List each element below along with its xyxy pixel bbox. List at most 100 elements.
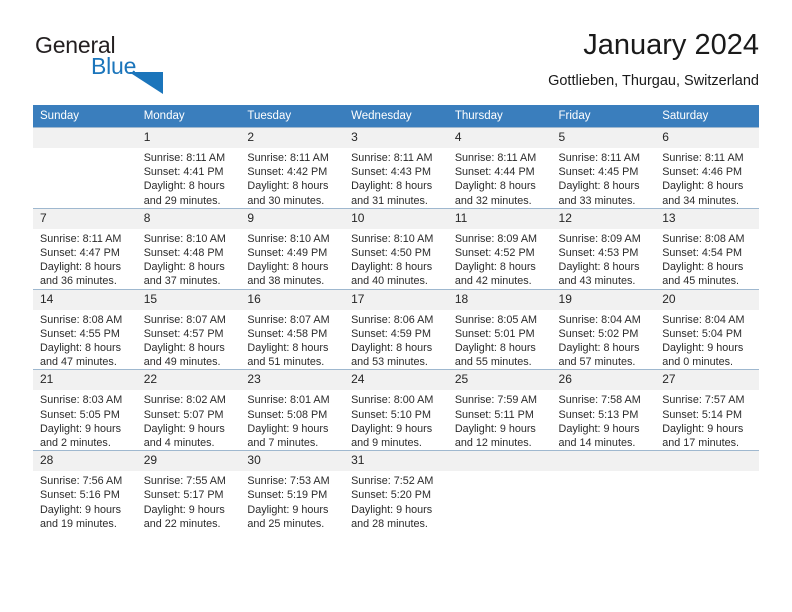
day-details: Sunrise: 8:08 AM Sunset: 4:55 PM Daylight:… bbox=[33, 310, 137, 370]
day-number bbox=[33, 128, 137, 148]
calendar-day-cell[interactable]: 14 Sunrise: 8:08 AM Sunset: 4:55 PM Dayligh… bbox=[33, 288, 137, 370]
sunrise-text: Sunrise: 8:11 AM bbox=[247, 152, 329, 164]
calendar-day-cell[interactable]: 22 Sunrise: 8:02 AM Sunset: 5:07 PM Dayligh… bbox=[136, 369, 241, 451]
day-number: 15 bbox=[136, 289, 241, 310]
day-details: Sunrise: 7:52 AM Sunset: 5:20 PM Daylight:… bbox=[344, 471, 448, 531]
sunset-text: Sunset: 5:14 PM bbox=[662, 408, 743, 421]
calendar-day-cell[interactable]: 27 Sunrise: 7:57 AM Sunset: 5:14 PM Dayligh… bbox=[655, 369, 759, 451]
calendar-day-cell[interactable]: 12 Sunrise: 8:09 AM Sunset: 4:53 PM Dayligh… bbox=[551, 207, 656, 290]
sunrise-text: Sunrise: 8:10 AM bbox=[351, 232, 434, 245]
day-details: Sunrise: 8:11 AM Sunset: 4:44 PM Daylight:… bbox=[448, 148, 552, 208]
calendar-day-cell[interactable]: 7 Sunrise: 8:11 AM Sunset: 4:47 PM Daylight… bbox=[33, 207, 137, 290]
calendar-day-cell[interactable]: 5 Sunrise: 8:11 AM Sunset: 4:45 PM Daylight… bbox=[551, 127, 656, 209]
brand-logo[interactable]: General Blue bbox=[33, 32, 253, 94]
calendar-day-cell[interactable]: 26 Sunrise: 7:58 AM Sunset: 5:13 PM Dayligh… bbox=[551, 369, 656, 451]
daylight-text-line2: and 14 minutes. bbox=[558, 437, 636, 450]
daylight-text-line1: Daylight: 9 hours bbox=[247, 503, 329, 516]
calendar-day-cell[interactable]: 15 Sunrise: 8:07 AM Sunset: 4:57 PM Dayligh… bbox=[136, 288, 241, 370]
sunset-text: Sunset: 4:59 PM bbox=[351, 327, 431, 340]
sunset-text: Sunset: 4:52 PM bbox=[454, 247, 535, 260]
calendar-day-cell[interactable]: 21 Sunrise: 8:03 AM Sunset: 5:05 PM Dayligh… bbox=[33, 369, 137, 451]
daylight-text-line2: and 4 minutes. bbox=[143, 437, 215, 450]
sunrise-text: Sunrise: 8:01 AM bbox=[247, 394, 330, 407]
daylight-text-line2: and 32 minutes. bbox=[454, 194, 532, 207]
day-number: 30 bbox=[240, 451, 345, 472]
sunset-text: Sunset: 5:13 PM bbox=[558, 408, 639, 421]
sunrise-text: Sunrise: 8:07 AM bbox=[247, 313, 330, 326]
calendar-day-cell[interactable]: 8 Sunrise: 8:10 AM Sunset: 4:48 PM Daylight… bbox=[136, 207, 241, 290]
daylight-text-line1: Daylight: 8 hours bbox=[143, 261, 225, 274]
daylight-text-line2: and 45 minutes. bbox=[662, 275, 740, 288]
day-number: 21 bbox=[33, 370, 137, 391]
calendar-day-cell[interactable]: 24 Sunrise: 8:00 AM Sunset: 5:10 PM Dayligh… bbox=[344, 369, 448, 451]
calendar-day-cell[interactable]: 10 Sunrise: 8:10 AM Sunset: 4:50 PM Dayligh… bbox=[344, 207, 448, 290]
daylight-text-line2: and 33 minutes. bbox=[558, 194, 636, 207]
sunrise-text: Sunrise: 8:08 AM bbox=[40, 313, 123, 326]
daylight-text-line1: Daylight: 9 hours bbox=[351, 422, 433, 435]
daylight-text-line2: and 12 minutes. bbox=[454, 437, 532, 450]
calendar-day-cell[interactable]: 20 Sunrise: 8:04 AM Sunset: 5:04 PM Dayligh… bbox=[655, 288, 759, 370]
calendar-day-cell[interactable]: 29 Sunrise: 7:55 AM Sunset: 5:17 PM Dayligh… bbox=[136, 450, 241, 532]
calendar-day-cell[interactable]: 3 Sunrise: 8:11 AM Sunset: 4:43 PM Daylight… bbox=[344, 127, 448, 209]
calendar-day-cell[interactable]: 18 Sunrise: 8:05 AM Sunset: 5:01 PM Dayligh… bbox=[447, 288, 552, 370]
weekday-header-thursday: Thursday bbox=[447, 105, 552, 128]
daylight-text-line1: Daylight: 8 hours bbox=[351, 261, 433, 274]
sunset-text: Sunset: 4:47 PM bbox=[40, 247, 120, 260]
calendar-day-cell-empty bbox=[551, 450, 656, 532]
sunset-text: Sunset: 4:42 PM bbox=[247, 166, 328, 179]
calendar-day-cell[interactable]: 23 Sunrise: 8:01 AM Sunset: 5:08 PM Dayligh… bbox=[240, 369, 345, 451]
sunset-text: Sunset: 4:48 PM bbox=[143, 247, 224, 260]
calendar-day-cell[interactable]: 31 Sunrise: 7:52 AM Sunset: 5:20 PM Dayligh… bbox=[344, 450, 448, 532]
daylight-text-line2: and 53 minutes. bbox=[351, 356, 428, 369]
calendar-day-cell[interactable]: 19 Sunrise: 8:04 AM Sunset: 5:02 PM Dayligh… bbox=[551, 288, 656, 370]
sunset-text: Sunset: 4:53 PM bbox=[558, 247, 639, 260]
daylight-text-line1: Daylight: 9 hours bbox=[558, 422, 640, 435]
weekday-header-tuesday: Tuesday bbox=[240, 105, 345, 128]
sunrise-text: Sunrise: 7:55 AM bbox=[143, 475, 226, 488]
calendar-day-cell[interactable]: 30 Sunrise: 7:53 AM Sunset: 5:19 PM Dayligh… bbox=[240, 450, 345, 532]
daylight-text-line2: and 2 minutes. bbox=[40, 437, 111, 450]
calendar-day-cell[interactable]: 9 Sunrise: 8:10 AM Sunset: 4:49 PM Daylight… bbox=[240, 207, 345, 290]
calendar-day-cell[interactable]: 11 Sunrise: 8:09 AM Sunset: 4:52 PM Dayligh… bbox=[447, 207, 552, 290]
sunrise-text: Sunrise: 7:57 AM bbox=[662, 394, 745, 407]
sunset-text: Sunset: 4:41 PM bbox=[143, 166, 224, 179]
daylight-text-line1: Daylight: 8 hours bbox=[454, 342, 536, 355]
calendar-day-cell[interactable]: 6 Sunrise: 8:11 AM Sunset: 4:46 PM Daylight… bbox=[655, 127, 759, 209]
day-details: Sunrise: 8:07 AM Sunset: 4:58 PM Daylight:… bbox=[240, 310, 344, 370]
day-details: Sunrise: 8:06 AM Sunset: 4:59 PM Daylight:… bbox=[344, 310, 448, 370]
day-number: 19 bbox=[551, 289, 656, 310]
calendar-day-cell[interactable]: 2 Sunrise: 8:11 AM Sunset: 4:42 PM Daylight… bbox=[240, 127, 345, 209]
daylight-text-line1: Daylight: 8 hours bbox=[40, 261, 122, 274]
day-number: 4 bbox=[447, 128, 552, 148]
calendar-day-cell[interactable]: 1 Sunrise: 8:11 AM Sunset: 4:41 PM Daylight… bbox=[136, 127, 241, 209]
day-number: 11 bbox=[447, 208, 552, 229]
sunset-text: Sunset: 4:43 PM bbox=[351, 166, 431, 179]
calendar-day-cell[interactable]: 28 Sunrise: 7:56 AM Sunset: 5:16 PM Dayligh… bbox=[33, 450, 137, 532]
day-number: 22 bbox=[136, 370, 241, 391]
calendar-day-cell[interactable]: 25 Sunrise: 7:59 AM Sunset: 5:11 PM Dayligh… bbox=[447, 369, 552, 451]
daylight-text-line2: and 36 minutes. bbox=[40, 275, 117, 288]
day-number: 13 bbox=[655, 208, 759, 229]
daylight-text-line1: Daylight: 9 hours bbox=[143, 422, 225, 435]
day-details: Sunrise: 8:10 AM Sunset: 4:48 PM Daylight:… bbox=[137, 229, 241, 289]
calendar-day-cell[interactable]: 17 Sunrise: 8:06 AM Sunset: 4:59 PM Dayligh… bbox=[344, 288, 448, 370]
day-details: Sunrise: 8:11 AM Sunset: 4:46 PM Daylight:… bbox=[655, 148, 759, 208]
sunrise-text: Sunrise: 8:06 AM bbox=[351, 313, 434, 326]
calendar-day-cell[interactable]: 16 Sunrise: 8:07 AM Sunset: 4:58 PM Dayligh… bbox=[240, 288, 345, 370]
day-details: Sunrise: 8:09 AM Sunset: 4:53 PM Daylight:… bbox=[552, 229, 656, 289]
daylight-text-line2: and 29 minutes. bbox=[143, 194, 221, 207]
calendar-day-cell[interactable]: 4 Sunrise: 8:11 AM Sunset: 4:44 PM Daylight… bbox=[447, 127, 552, 209]
day-details: Sunrise: 8:00 AM Sunset: 5:10 PM Daylight:… bbox=[344, 390, 448, 450]
calendar-day-cell[interactable]: 13 Sunrise: 8:08 AM Sunset: 4:54 PM Dayligh… bbox=[655, 207, 759, 290]
day-number: 25 bbox=[447, 370, 552, 391]
day-details: Sunrise: 8:11 AM Sunset: 4:45 PM Daylight:… bbox=[552, 148, 656, 208]
sunrise-text: Sunrise: 8:11 AM bbox=[40, 232, 122, 245]
sunrise-text: Sunrise: 7:58 AM bbox=[558, 394, 641, 407]
daylight-text-line2: and 47 minutes. bbox=[40, 356, 117, 369]
day-details: Sunrise: 8:04 AM Sunset: 5:02 PM Daylight:… bbox=[552, 310, 656, 370]
daylight-text-line2: and 9 minutes. bbox=[351, 437, 422, 450]
daylight-text-line2: and 0 minutes. bbox=[662, 356, 734, 369]
daylight-text-line2: and 37 minutes. bbox=[143, 275, 221, 288]
day-details: Sunrise: 8:11 AM Sunset: 4:42 PM Daylight:… bbox=[240, 148, 344, 208]
calendar-page: General Blue January 2024 Gottlieben, Th… bbox=[0, 0, 792, 612]
